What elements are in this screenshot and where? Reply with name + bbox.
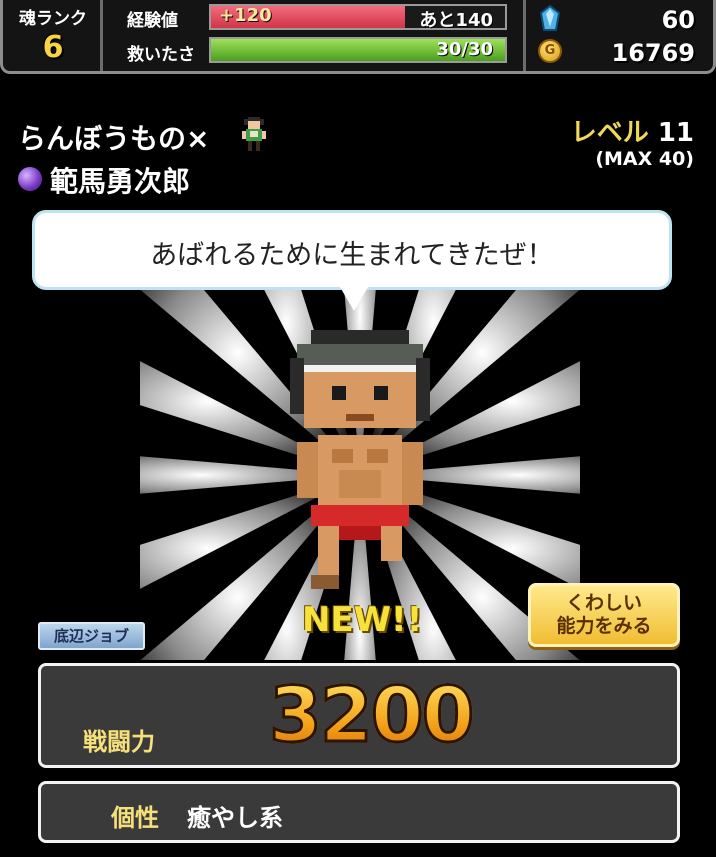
companion-sprite-icon bbox=[242, 117, 266, 151]
rescued-value: 30/30 bbox=[436, 39, 493, 60]
exp-remaining: あと140 bbox=[419, 10, 493, 31]
soul-rank-panel: 魂ランク 6 bbox=[3, 0, 103, 71]
exp-label: 経験値 bbox=[127, 11, 178, 31]
status-bar: 魂ランク 6 経験値 +120 あと140 救いたさ 30/30 60 G 16… bbox=[0, 0, 716, 74]
personality-label: 個性 bbox=[111, 804, 159, 832]
level-max: (MAX 40) bbox=[595, 148, 694, 170]
character-name: 範馬勇次郎 bbox=[50, 165, 191, 198]
exp-bar: +120 あと140 bbox=[209, 4, 507, 31]
level-display: レベル 11 bbox=[571, 112, 694, 149]
soul-rank-label: 魂ランク bbox=[19, 9, 87, 29]
speech-text: あばれるために生まれてきたぜ！ bbox=[150, 240, 554, 271]
job-rank-badge: 底辺ジョブ bbox=[38, 622, 145, 650]
level-label: レベル bbox=[570, 118, 649, 148]
combat-power-panel: 戦闘力 3200 bbox=[38, 663, 680, 768]
crystal-icon bbox=[540, 5, 560, 31]
exp-gain: +120 bbox=[219, 5, 272, 26]
personality-panel: 個性 癒やし系 bbox=[38, 781, 680, 843]
speech-bubble-tail bbox=[340, 287, 368, 311]
character-sprite bbox=[290, 330, 430, 589]
view-details-label-line2: 能力をみる bbox=[556, 615, 652, 637]
crystal-count: 60 bbox=[661, 6, 695, 34]
rescued-bar: 30/30 bbox=[209, 37, 507, 63]
level-value: 11 bbox=[657, 118, 694, 148]
divider bbox=[523, 0, 526, 71]
personality-value: 癒やし系 bbox=[187, 804, 283, 832]
gold-count: 16769 bbox=[611, 39, 696, 67]
view-details-label-line1: くわしい bbox=[565, 592, 642, 614]
character-title: らんぼうもの× bbox=[18, 122, 210, 155]
speech-bubble: あばれるために生まれてきたぜ！ bbox=[32, 210, 672, 290]
soul-rank-value: 6 bbox=[42, 30, 64, 65]
new-badge: NEW!! bbox=[302, 600, 423, 640]
element-orb-icon bbox=[18, 167, 42, 191]
rescued-label: 救いたさ bbox=[127, 45, 195, 65]
combat-power-label: 戦闘力 bbox=[83, 728, 155, 756]
gold-coin-icon: G bbox=[538, 39, 562, 63]
view-details-button[interactable]: くわしい 能力をみる bbox=[528, 583, 680, 647]
combat-power-value: 3200 bbox=[268, 669, 477, 761]
